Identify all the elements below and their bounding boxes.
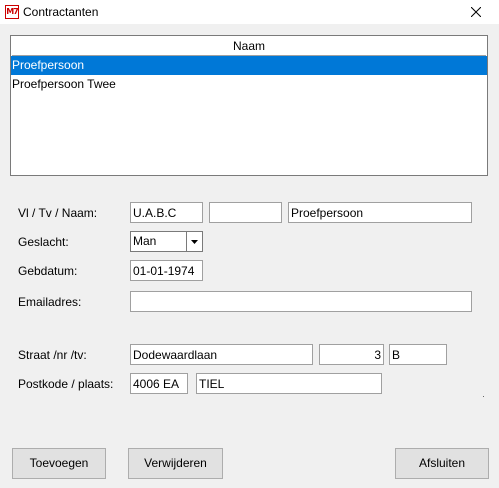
- list-item[interactable]: Proefpersoon Twee: [11, 75, 487, 94]
- window-title: Contractanten: [23, 5, 99, 19]
- postal-label: Postkode / plaats:: [18, 377, 114, 391]
- list-item[interactable]: Proefpersoon: [11, 56, 487, 75]
- house-number-field[interactable]: [319, 344, 384, 365]
- gender-label: Geslacht:: [18, 235, 69, 249]
- resize-dot: [483, 396, 484, 397]
- birthdate-label: Gebdatum:: [18, 264, 78, 278]
- close-icon: [471, 7, 481, 17]
- app-logo-icon: M7: [5, 5, 19, 19]
- delete-button[interactable]: Verwijderen: [128, 448, 223, 479]
- house-addition-field[interactable]: [389, 344, 447, 365]
- email-field[interactable]: [130, 291, 472, 312]
- dropdown-arrow-button[interactable]: [186, 232, 202, 251]
- gender-select[interactable]: Man: [130, 231, 203, 252]
- birthdate-field[interactable]: [130, 260, 203, 281]
- lastname-field[interactable]: [288, 202, 472, 223]
- add-button[interactable]: Toevoegen: [12, 448, 106, 479]
- street-label: Straat /nr /tv:: [18, 348, 87, 362]
- contractant-list[interactable]: Naam Proefpersoon Proefpersoon Twee: [10, 35, 488, 176]
- name-label: Vl / Tv / Naam:: [18, 206, 98, 220]
- postal-code-field[interactable]: [130, 373, 188, 394]
- close-window-button[interactable]: [453, 0, 499, 24]
- street-field[interactable]: [130, 344, 313, 365]
- prefix-field[interactable]: [209, 202, 282, 223]
- gender-value: Man: [133, 234, 157, 248]
- chevron-down-icon: [191, 239, 198, 244]
- city-field[interactable]: [196, 373, 382, 394]
- email-label: Emailadres:: [18, 295, 82, 309]
- initials-field[interactable]: [130, 202, 203, 223]
- list-header-naam[interactable]: Naam: [12, 37, 486, 56]
- close-button[interactable]: Afsluiten: [395, 448, 489, 479]
- title-bar: M7 Contractanten: [0, 0, 499, 24]
